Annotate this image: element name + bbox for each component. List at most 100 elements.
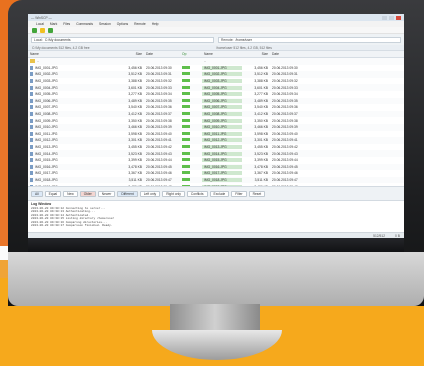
remote-date-cell: 20.06.2013 09:40 — [272, 131, 298, 136]
table-row[interactable]: IMG_0004.JPG 3,601 KB 20.06.2013 09:33 IMG_… — [28, 84, 404, 91]
local-name-cell: IMG_0009.JPG — [28, 118, 120, 123]
local-size-cell: 3,301 KB — [128, 138, 142, 143]
local-name-cell: IMG_0010.JPG — [28, 125, 120, 130]
table-row[interactable]: IMG_0007.JPG 3,540 KB 20.06.2013 09:36 IMG_… — [28, 104, 404, 111]
table-row[interactable]: IMG_0008.JPG 3,412 KB 20.06.2013 09:37 IMG_… — [28, 110, 404, 118]
operation-cell — [180, 72, 202, 76]
remote-name-cell: IMG_0007.JPG — [202, 105, 242, 110]
remote-size-cell: 3,466 KB — [254, 125, 268, 130]
operation-cell — [180, 112, 202, 116]
table-row[interactable]: .... — [28, 58, 404, 65]
table-row[interactable]: IMG_0013.JPG 3,455 KB 20.06.2013 09:42 IMG_… — [28, 144, 404, 151]
window-title: — WinSCP — — [31, 15, 52, 20]
filter-chip[interactable]: Newer — [97, 190, 116, 197]
filter-chip[interactable]: All — [31, 190, 43, 197]
menu-item[interactable]: Remote — [134, 22, 146, 26]
table-row[interactable]: IMG_0001.JPG 3,456 KB 20.06.2013 09:30 IMG_… — [28, 65, 404, 72]
local-date-cell: 20.06.2013 09:36 — [146, 105, 172, 110]
remote-name-cell: IMG_0002.JPG — [202, 72, 242, 77]
menu-item[interactable]: Local — [36, 22, 44, 26]
remote-date-cell: 20.06.2013 09:33 — [272, 85, 298, 90]
local-size-cell: 3,399 KB — [128, 158, 142, 163]
remote-date-cell: 20.06.2013 09:46 — [272, 171, 298, 176]
equal-status-icon — [182, 92, 190, 96]
remote-size-cell: 3,412 KB — [254, 112, 268, 117]
operation-cell — [180, 118, 202, 123]
col-header[interactable]: Size — [242, 52, 270, 56]
local-path-label: Local: — [34, 37, 43, 42]
filter-chip[interactable]: New — [63, 190, 78, 197]
filter-chip[interactable]: Equal — [44, 190, 62, 197]
remote-path-field[interactable]: Remote: /home/user — [218, 36, 401, 43]
col-header[interactable]: Size — [120, 52, 144, 56]
remote-name-cell: IMG_0005.JPG — [202, 92, 242, 97]
menu-item[interactable]: Commands — [76, 22, 93, 26]
local-size-cell: 3,388 KB — [128, 79, 142, 84]
table-row[interactable]: IMG_0017.JPG 3,367 KB 20.06.2013 09:46 IMG_… — [28, 170, 404, 177]
col-header[interactable]: Name — [202, 52, 242, 56]
sync-icon[interactable] — [48, 27, 53, 33]
local-name-cell: IMG_0002.JPG — [28, 72, 120, 77]
remote-size-cell: 3,523 KB — [254, 151, 268, 156]
remote-size-cell: 3,511 KB — [254, 177, 268, 182]
monitor-stand-base — [152, 330, 282, 360]
remote-size-cell: 3,489 KB — [254, 98, 268, 103]
folder-icon[interactable] — [40, 27, 45, 33]
col-header[interactable]: Date — [144, 52, 180, 56]
file-icon — [30, 72, 33, 77]
menu-item[interactable]: Files — [63, 22, 70, 26]
close-button[interactable] — [396, 15, 401, 20]
menu-item[interactable]: Session — [99, 22, 111, 26]
equal-status-icon — [182, 145, 190, 149]
table-row[interactable]: IMG_0012.JPG 3,301 KB 20.06.2013 09:41 IMG_… — [28, 137, 404, 144]
filter-chip[interactable]: Left only — [139, 190, 161, 197]
col-header[interactable]: Name — [28, 52, 120, 56]
table-row[interactable]: IMG_0010.JPG 3,466 KB 20.06.2013 09:39 IMG_… — [28, 123, 404, 131]
table-row[interactable]: IMG_0006.JPG 3,489 KB 20.06.2013 09:35 IMG_… — [28, 97, 404, 105]
table-row[interactable]: IMG_0015.JPG 3,399 KB 20.06.2013 09:44 IMG_… — [28, 157, 404, 164]
filter-chip[interactable]: Reset — [248, 190, 266, 197]
local-path-field[interactable]: Local: C:\My documents — [31, 36, 214, 43]
table-row[interactable]: IMG_0002.JPG 3,512 KB 20.06.2013 09:31 IMG_… — [28, 71, 404, 78]
remote-size-cell: 3,598 KB — [254, 131, 268, 136]
local-size-cell: 3,523 KB — [128, 151, 142, 156]
menu-item[interactable]: Help — [152, 22, 159, 26]
local-file-name: IMG_0018.JPG — [35, 177, 58, 182]
local-file-name: IMG_0009.JPG — [35, 118, 58, 123]
operation-cell — [180, 92, 202, 96]
table-row[interactable]: IMG_0003.JPG 3,388 KB 20.06.2013 09:32 IMG_… — [28, 78, 404, 85]
filter-chip[interactable]: Older — [79, 190, 96, 197]
table-row[interactable]: IMG_0014.JPG 3,523 KB 20.06.2013 09:43 IMG_… — [28, 150, 404, 157]
equal-status-icon — [182, 72, 190, 76]
screen: — WinSCP — Local Mark Files Commands Ses… — [28, 14, 404, 238]
table-row[interactable]: IMG_0009.JPG 3,350 KB 20.06.2013 09:38 IMG_… — [28, 117, 404, 124]
remote-name-cell: IMG_0001.JPG — [202, 65, 242, 70]
col-header[interactable]: Op — [180, 52, 202, 56]
menu-item[interactable]: Options — [117, 22, 128, 26]
table-row[interactable]: IMG_0016.JPG 3,478 KB 20.06.2013 09:45 IMG_… — [28, 163, 404, 171]
table-row[interactable]: IMG_0018.JPG 3,511 KB 20.06.2013 09:47 IMG_… — [28, 176, 404, 184]
path-bar: Local: C:\My documents Remote: /home/use… — [28, 34, 404, 45]
remote-path-value: /home/user — [235, 37, 252, 42]
maximize-button[interactable] — [389, 15, 394, 20]
local-name-cell: IMG_0016.JPG — [28, 164, 120, 169]
filter-chip[interactable]: Right only — [162, 190, 185, 197]
filter-chip[interactable]: Filter — [231, 190, 247, 197]
local-size-cell: 3,466 KB — [128, 125, 142, 130]
equal-status-icon — [182, 79, 190, 83]
local-date-cell: 20.06.2013 09:42 — [146, 145, 172, 150]
filter-chip[interactable]: Exclude — [209, 190, 230, 197]
local-date-cell: 20.06.2013 09:33 — [146, 85, 172, 90]
col-header[interactable]: Date — [270, 52, 310, 56]
remote-size-cell: 3,388 KB — [254, 79, 268, 84]
filter-chip[interactable]: Conflicts — [186, 190, 208, 197]
table-row[interactable]: IMG_0011.JPG 3,598 KB 20.06.2013 09:40 IMG_… — [28, 131, 404, 138]
operation-cell — [180, 164, 202, 169]
compare-icon[interactable] — [32, 27, 37, 33]
minimize-button[interactable] — [382, 15, 387, 20]
menu-item[interactable]: Mark — [50, 22, 57, 26]
table-row[interactable]: IMG_0005.JPG 3,277 KB 20.06.2013 09:34 IMG_… — [28, 91, 404, 98]
local-file-name: IMG_0005.JPG — [35, 92, 58, 97]
filter-chip[interactable]: Different — [117, 190, 138, 197]
local-name-cell: IMG_0005.JPG — [28, 92, 120, 97]
